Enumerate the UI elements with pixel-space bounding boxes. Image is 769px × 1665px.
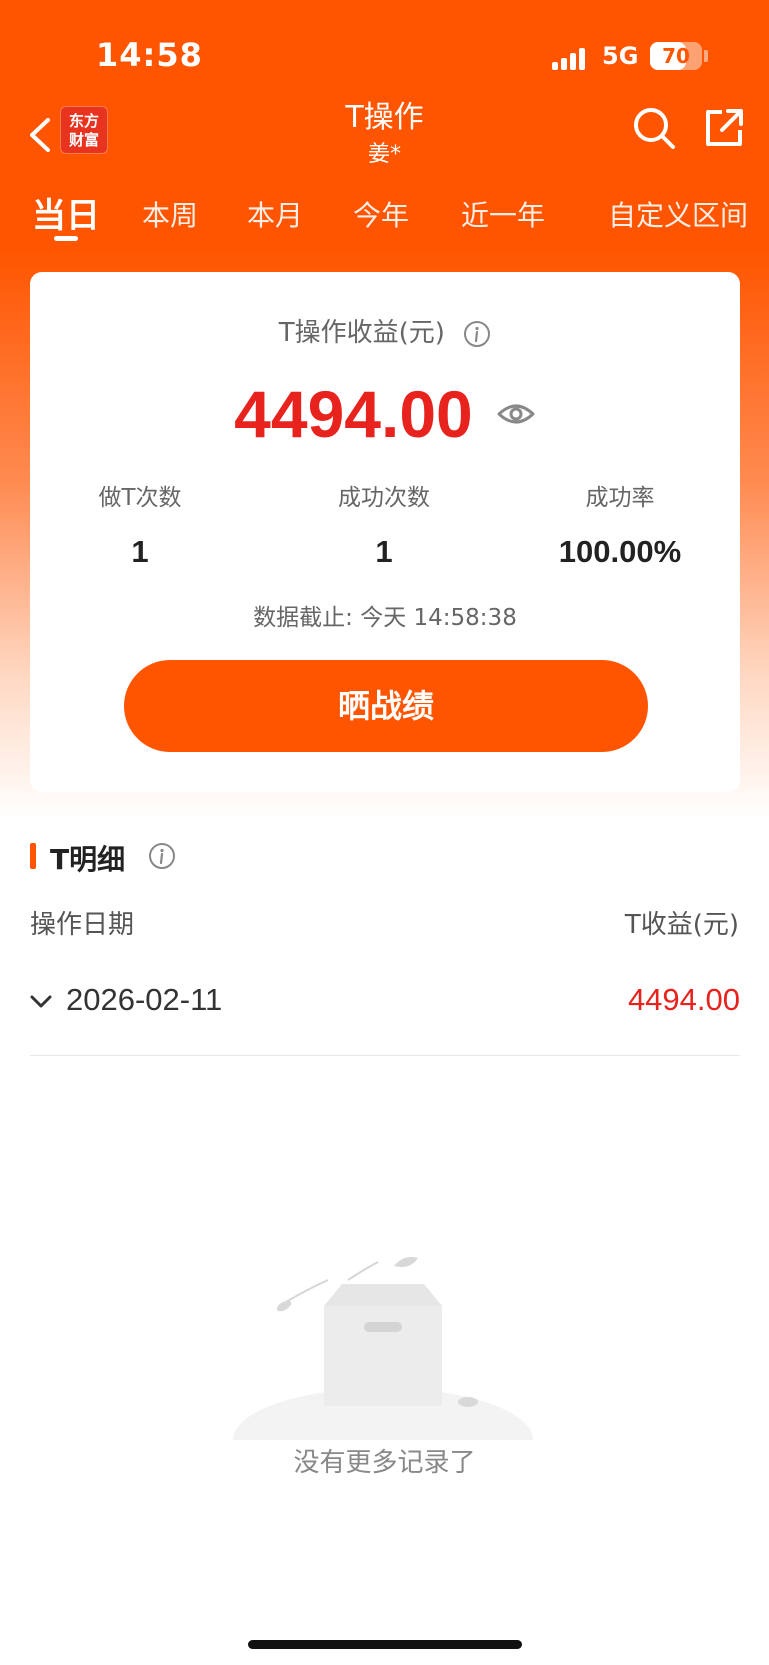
period-tabs: 当日 本周 本月 今年 近一年 自定义区间 [0, 180, 769, 250]
summary-card: T操作收益(元) 4494.00 做T次数 1 成功次数 1 成功率 100.0… [30, 272, 740, 792]
active-tab-indicator [54, 236, 78, 241]
data-as-of: 数据截止: 今天 14:58:38 [253, 605, 517, 631]
stat-success-count: 成功次数 1 [284, 478, 484, 570]
stat-value: 100.00% [558, 534, 682, 569]
empty-state-text: 没有更多记录了 [293, 1448, 476, 1478]
search-button[interactable] [630, 104, 678, 152]
search-icon [634, 108, 675, 149]
tab-custom-range[interactable]: 自定义区间 [608, 194, 748, 234]
status-time: 14:58 [96, 36, 203, 74]
stat-label: 做T次数 [98, 485, 182, 511]
section-accent-bar [30, 843, 36, 869]
summary-title: T操作收益(元) [278, 318, 445, 348]
column-header-profit: T收益(元) [624, 910, 739, 940]
signal-icon [552, 46, 590, 70]
info-icon[interactable] [148, 842, 176, 870]
stat-label: 成功次数 [338, 485, 430, 511]
tab-today[interactable]: 当日 [32, 188, 100, 237]
stat-value: 1 [375, 534, 393, 569]
stat-label: 成功率 [585, 485, 655, 511]
tab-year[interactable]: 今年 [353, 194, 409, 234]
stat-trade-count: 做T次数 1 [40, 478, 240, 570]
column-header-date: 操作日期 [30, 910, 135, 940]
info-icon[interactable] [463, 320, 491, 348]
tab-week[interactable]: 本周 [142, 194, 198, 234]
row-profit: 4494.00 [627, 982, 740, 1017]
stat-value: 1 [131, 534, 149, 569]
row-date: 2026-02-11 [66, 982, 223, 1017]
chevron-down-icon [30, 995, 52, 1008]
summary-title-row: T操作收益(元) [30, 312, 740, 349]
share-icon [706, 109, 743, 146]
network-type: 5G [602, 42, 639, 70]
tab-month[interactable]: 本月 [247, 194, 303, 234]
battery-tip [704, 50, 708, 62]
total-profit: 4494.00 [234, 377, 473, 451]
stat-success-rate: 成功率 100.00% [520, 478, 720, 570]
tab-last-year[interactable]: 近一年 [461, 194, 545, 234]
home-indicator [248, 1640, 522, 1649]
share-result-button[interactable]: 晒战绩 [124, 660, 648, 752]
battery-icon: 70 [650, 42, 702, 70]
empty-box-illustration [233, 1257, 533, 1440]
eye-icon[interactable] [496, 398, 536, 430]
detail-row[interactable]: 2026-02-11 4494.00 [30, 960, 740, 1056]
app-header: 东方 财富 T操作 姜* [0, 90, 769, 180]
share-button[interactable] [700, 104, 748, 152]
detail-section-title: T明细 [50, 843, 126, 876]
profit-row: 4494.00 [30, 376, 740, 452]
battery-level: 70 [662, 44, 690, 68]
